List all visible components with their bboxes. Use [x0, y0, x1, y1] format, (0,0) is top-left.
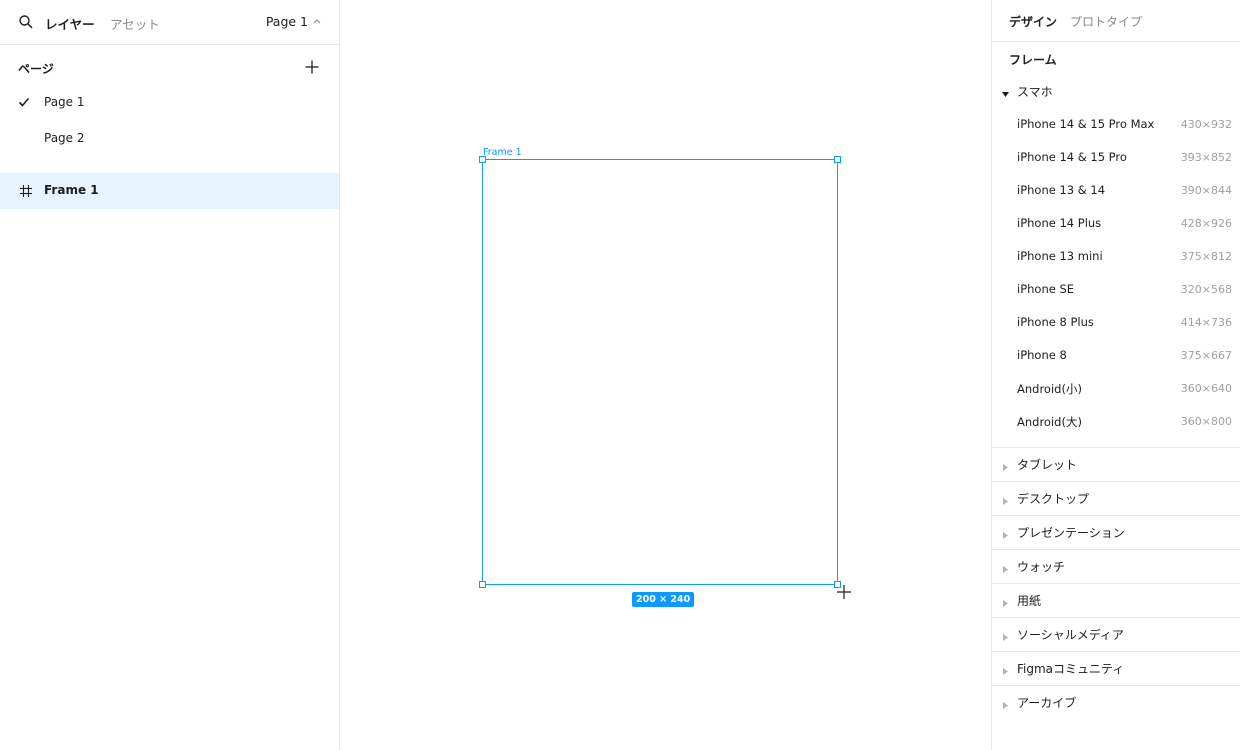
- checkmark-icon: [18, 96, 30, 111]
- preset-category-label: ウォッチ: [1017, 560, 1066, 574]
- device-preset[interactable]: Android(小) 360×640: [992, 372, 1240, 405]
- caret-right-icon: [1003, 528, 1008, 542]
- preset-group-smartphone[interactable]: スマホ: [992, 76, 1240, 106]
- page-item-label: Page 1: [44, 95, 85, 109]
- device-name: iPhone 14 & 15 Pro Max: [1017, 117, 1155, 131]
- page-item-page-2[interactable]: Page 2: [0, 121, 339, 157]
- device-preset[interactable]: iPhone 13 & 14 390×844: [992, 174, 1240, 207]
- pages-section-header: ページ: [0, 45, 339, 89]
- tab-design[interactable]: デザイン: [1009, 13, 1057, 30]
- device-preset[interactable]: iPhone 14 & 15 Pro Max 430×932: [992, 108, 1240, 141]
- frame-1[interactable]: [482, 159, 838, 585]
- caret-right-icon: [1003, 562, 1008, 576]
- caret-right-icon: [1003, 596, 1008, 610]
- preset-category-tablet[interactable]: タブレット: [992, 447, 1240, 481]
- tab-layers[interactable]: レイヤー: [45, 14, 95, 33]
- page-selector-label: Page 1: [265, 14, 308, 29]
- caret-right-icon: [1003, 494, 1008, 508]
- tab-assets[interactable]: アセット: [110, 14, 160, 33]
- device-size: 375×812: [1180, 250, 1232, 263]
- preset-category-label: ソーシャルメディア: [1017, 628, 1124, 642]
- crosshair-cursor-icon: [836, 584, 852, 603]
- chevron-up-icon: [313, 18, 321, 23]
- preset-category-archive[interactable]: アーカイブ: [992, 685, 1240, 719]
- design-panel: デザイン プロトタイプ フレーム スマホ iPhone 14 & 15 Pro …: [991, 0, 1240, 750]
- frame-section-title: フレーム: [1009, 53, 1057, 67]
- device-size: 414×736: [1180, 316, 1232, 329]
- preset-category-watch[interactable]: ウォッチ: [992, 549, 1240, 583]
- device-size: 360×800: [1180, 415, 1232, 428]
- device-size: 360×640: [1180, 382, 1232, 395]
- device-preset[interactable]: iPhone 13 mini 375×812: [992, 240, 1240, 273]
- preset-category-label: プレゼンテーション: [1017, 526, 1125, 540]
- search-icon[interactable]: [18, 14, 34, 30]
- device-preset[interactable]: iPhone 14 Plus 428×926: [992, 207, 1240, 240]
- layers-panel-header: レイヤー アセット Page 1: [0, 0, 339, 45]
- device-name: iPhone 13 mini: [1017, 249, 1103, 263]
- preset-category-social-media[interactable]: ソーシャルメディア: [992, 617, 1240, 651]
- layers-panel: レイヤー アセット Page 1 ページ Page 1 Page 2 Frame…: [0, 0, 340, 750]
- device-preset[interactable]: iPhone 14 & 15 Pro 393×852: [992, 141, 1240, 174]
- caret-right-icon: [1003, 664, 1008, 678]
- preset-category-label: タブレット: [1017, 458, 1078, 472]
- preset-category-figma-community[interactable]: Figmaコミュニティ: [992, 651, 1240, 685]
- tab-prototype[interactable]: プロトタイプ: [1070, 13, 1142, 30]
- device-name: Android(小): [1017, 382, 1082, 396]
- plus-icon: [305, 60, 319, 74]
- resize-handle-top-left[interactable]: [479, 156, 486, 163]
- device-name: iPhone 14 Plus: [1017, 216, 1102, 230]
- device-preset[interactable]: iPhone SE 320×568: [992, 273, 1240, 306]
- device-size: 375×667: [1180, 349, 1232, 362]
- preset-category-presentation[interactable]: プレゼンテーション: [992, 515, 1240, 549]
- canvas[interactable]: Frame 1 200 × 240: [340, 0, 991, 750]
- preset-category-label: アーカイブ: [1017, 696, 1077, 710]
- device-name: iPhone 8: [1017, 348, 1067, 362]
- device-name: iPhone 14 & 15 Pro: [1017, 150, 1127, 164]
- layer-item-frame-1[interactable]: Frame 1: [0, 173, 339, 209]
- page-item-label: Page 2: [44, 131, 85, 145]
- preset-category-label: 用紙: [1017, 594, 1042, 608]
- preset-group-label: スマホ: [1017, 85, 1053, 99]
- preset-category-label: デスクトップ: [1017, 492, 1090, 506]
- resize-handle-top-right[interactable]: [834, 156, 841, 163]
- device-name: Android(大): [1017, 415, 1082, 429]
- frame-icon: [19, 184, 33, 201]
- device-preset[interactable]: Android(大) 360×800: [992, 405, 1240, 438]
- device-size: 430×932: [1180, 118, 1232, 131]
- layer-item-label: Frame 1: [44, 183, 99, 197]
- design-panel-header: デザイン プロトタイプ: [992, 0, 1240, 42]
- page-item-page-1[interactable]: Page 1: [0, 85, 339, 121]
- preset-category-label: Figmaコミュニティ: [1017, 662, 1125, 676]
- frame-name-label[interactable]: Frame 1: [483, 147, 522, 158]
- device-preset[interactable]: iPhone 8 Plus 414×736: [992, 306, 1240, 339]
- device-name: iPhone 13 & 14: [1017, 183, 1106, 197]
- pages-title: ページ: [18, 62, 54, 76]
- caret-right-icon: [1003, 698, 1008, 712]
- device-size: 320×568: [1180, 283, 1232, 296]
- caret-down-icon: [1002, 87, 1009, 101]
- caret-right-icon: [1003, 460, 1008, 474]
- add-page-button[interactable]: [304, 59, 320, 75]
- device-size: 393×852: [1180, 151, 1232, 164]
- size-badge: 200 × 240: [632, 592, 695, 607]
- page-selector[interactable]: Page 1: [266, 14, 321, 29]
- device-size: 428×926: [1180, 217, 1232, 230]
- resize-handle-bottom-left[interactable]: [479, 581, 486, 588]
- device-name: iPhone SE: [1017, 282, 1075, 296]
- device-preset[interactable]: iPhone 8 375×667: [992, 339, 1240, 372]
- preset-category-desktop[interactable]: デスクトップ: [992, 481, 1240, 515]
- device-size: 390×844: [1180, 184, 1232, 197]
- caret-right-icon: [1003, 630, 1008, 644]
- device-name: iPhone 8 Plus: [1017, 315, 1094, 329]
- preset-category-paper[interactable]: 用紙: [992, 583, 1240, 617]
